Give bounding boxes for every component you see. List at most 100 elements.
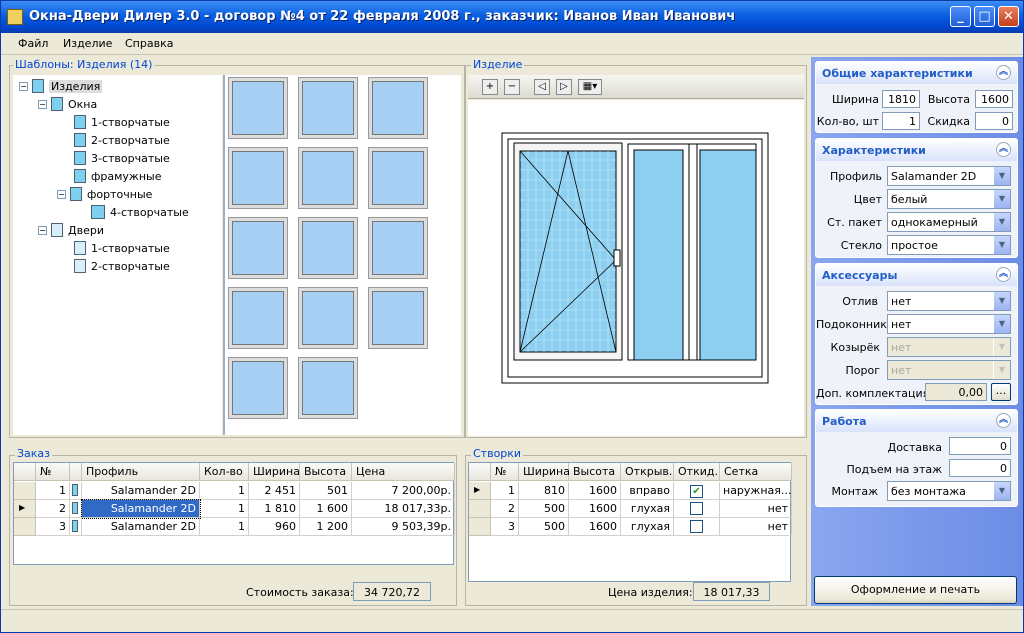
sashes-table[interactable]: № Ширина Высота Открыв. Откид. Сетка ▶ 1… [468,462,792,582]
minimize-button[interactable]: _ [950,6,971,27]
lift-label: Подъем на этаж [846,463,942,476]
templates-title: Шаблоны: Изделия (14) [13,58,155,71]
work-header[interactable]: Работа ︽ [816,410,1017,432]
tilt-checkbox[interactable] [690,502,703,515]
color-select[interactable]: белый ▼ [887,189,1011,209]
chevron-down-icon: ▼ [993,482,1010,500]
delivery-input[interactable]: 0 [949,437,1011,455]
order-table[interactable]: № Профиль Кол-во Ширина Высота Цена 1 Sa… [13,462,455,565]
grid-dropdown-icon[interactable]: ▦▾ [578,79,602,95]
characteristics-header[interactable]: Характеристики ︽ [816,139,1017,161]
title-bar[interactable]: Окна-Двери Дилер 3.0 - договор №4 от 22 … [1,1,1023,33]
template-thumb[interactable] [368,77,428,139]
width-input[interactable]: 1810 [882,90,920,108]
col-opening[interactable]: Открыв. [621,463,674,481]
tree-doors[interactable]: − Двери [38,223,104,237]
glass-select[interactable]: простое ▼ [887,235,1011,255]
tree-windows[interactable]: − Окна [38,97,97,111]
tree-win-2[interactable]: 2-створчатые [74,133,170,147]
tree-win-vent[interactable]: − форточные [57,187,152,201]
col-qty[interactable]: Кол-во [200,463,249,481]
height-input[interactable]: 1600 [975,90,1013,108]
discount-input[interactable]: 0 [975,112,1013,130]
menu-file[interactable]: Файл [18,37,48,50]
col-height[interactable]: Высота [569,463,621,481]
sill-select[interactable]: нет ▼ [887,291,1011,311]
qty-input[interactable]: 1 [882,112,920,130]
chevron-down-icon: ▼ [993,190,1010,208]
collapse-icon[interactable]: ︽ [996,65,1011,80]
col-height[interactable]: Высота [300,463,352,481]
mount-select[interactable]: без монтажа ▼ [887,481,1011,501]
mirror-right-icon[interactable]: ▷ [556,79,572,95]
template-thumb[interactable] [368,287,428,349]
mirror-left-icon[interactable]: ◁ [534,79,550,95]
menu-bar: Файл Изделие Справка [1,33,1023,55]
menu-help[interactable]: Справка [125,37,173,50]
tree-win-4[interactable]: 4-створчатые [91,205,189,219]
template-thumb[interactable] [228,217,288,279]
window-icon [72,502,78,514]
accessories-header[interactable]: Аксессуары ︽ [816,264,1017,286]
chevron-down-icon: ▼ [993,292,1010,310]
window-icon [74,151,86,165]
accessories-section: Аксессуары ︽ Отлив нет ▼ Подоконник нет ▼ К… [815,263,1018,405]
minimize-icon: _ [957,9,964,24]
tilt-checkbox[interactable] [690,520,703,533]
col-n[interactable]: № [491,463,519,481]
template-thumb[interactable] [298,217,358,279]
general-header[interactable]: Общие характеристики ︽ [816,62,1017,84]
window-icon [72,520,78,532]
tree-win-1[interactable]: 1-створчатые [74,115,170,129]
col-width[interactable]: Ширина [519,463,570,481]
template-thumb[interactable] [298,357,358,419]
template-thumb[interactable] [298,147,358,209]
profile-select[interactable]: Salamander 2D ▼ [887,166,1011,186]
delivery-label: Доставка [887,441,942,454]
maximize-button[interactable]: □ [974,6,995,27]
collapse-icon[interactable]: ︽ [996,413,1011,428]
col-width[interactable]: Ширина [249,463,300,481]
zoom-out-icon[interactable]: − [504,79,520,95]
template-thumb[interactable] [298,287,358,349]
col-n[interactable]: № [36,463,70,481]
tree-root[interactable]: − Изделия [19,79,103,93]
tree-door-1[interactable]: 1-створчатые [74,241,170,255]
sill-label: Отлив [842,295,878,308]
tree-door-2[interactable]: 2-створчатые [74,259,170,273]
chevron-down-icon: ▼ [993,213,1010,231]
collapse-icon[interactable]: ︽ [996,267,1011,282]
zoom-in-icon[interactable]: + [482,79,498,95]
template-thumb[interactable] [228,77,288,139]
close-button[interactable]: ✕ [998,6,1019,27]
windowsill-select[interactable]: нет ▼ [887,314,1011,334]
template-thumb[interactable] [228,287,288,349]
glazing-select[interactable]: однокамерный ▼ [887,212,1011,232]
app-icon[interactable] [7,9,23,25]
lift-input[interactable]: 0 [949,459,1011,477]
col-tilt[interactable]: Откид. [674,463,720,481]
template-thumb[interactable] [228,357,288,419]
template-thumb[interactable] [368,217,428,279]
product-price: 18 017,33 [693,582,770,601]
tree-win-3[interactable]: 3-створчатые [74,151,170,165]
current-row-icon: ▶ [14,500,36,518]
template-thumb[interactable] [368,147,428,209]
template-thumb[interactable] [298,77,358,139]
templates-tree[interactable]: − Изделия − Окна 1-створчатые 2-створчатые… [13,75,222,435]
status-bar [1,609,1023,632]
product-drawing[interactable] [468,100,804,436]
col-profile[interactable]: Профиль [82,463,200,481]
template-thumb[interactable] [228,147,288,209]
extra-value: 0,00 [925,383,987,401]
col-price[interactable]: Цена [352,463,455,481]
col-net[interactable]: Сетка [720,463,792,481]
chevron-down-icon: ▼ [993,338,1010,356]
print-documents-button[interactable]: Оформление и печать документов [814,576,1017,622]
tilt-checkbox[interactable]: ✔ [690,485,703,498]
extra-button[interactable]: ... [991,383,1011,401]
menu-product[interactable]: Изделие [63,37,112,50]
collapse-icon[interactable]: ︽ [996,142,1011,157]
tree-win-transom[interactable]: фрамужные [74,169,162,183]
visor-label: Козырёк [830,341,880,354]
